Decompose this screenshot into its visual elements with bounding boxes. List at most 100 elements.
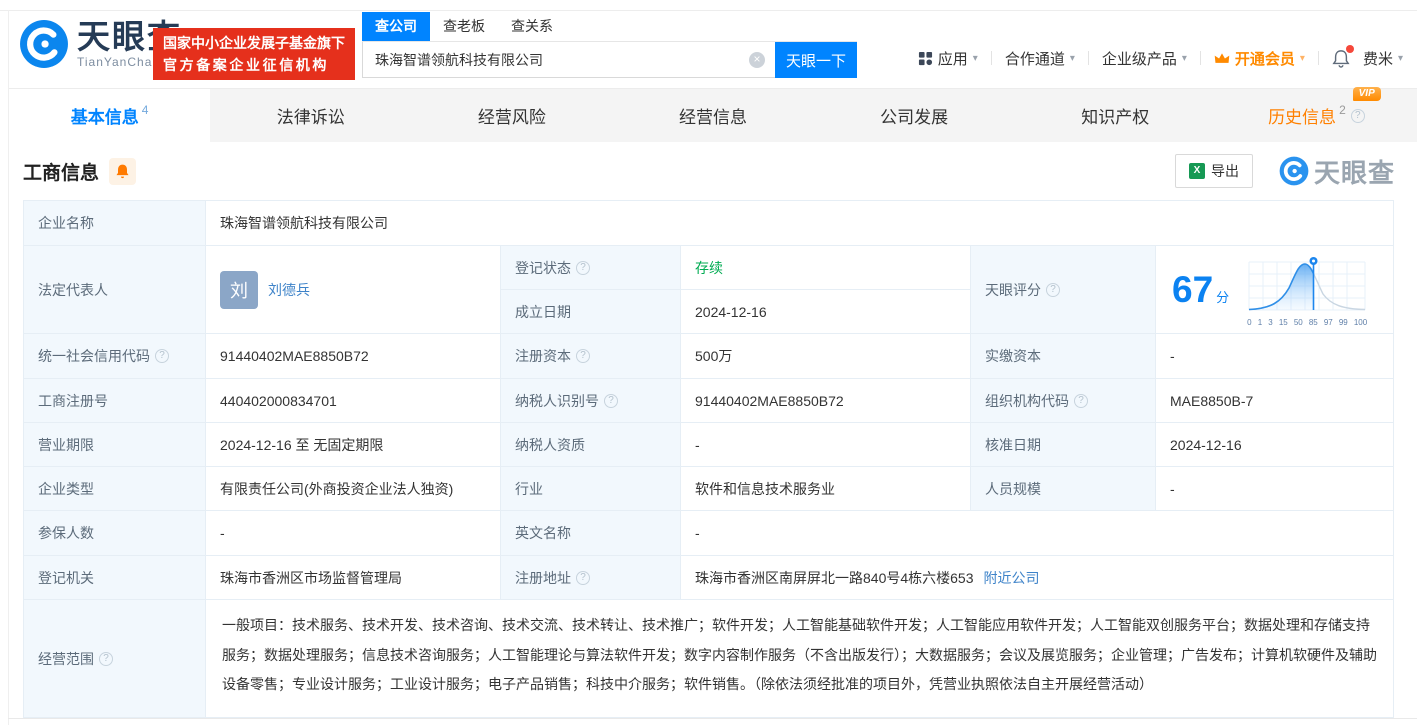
help-icon[interactable]: ? [1350,108,1365,123]
help-icon[interactable]: ? [576,570,590,585]
apps-grid-icon [918,51,932,65]
tianyancha-watermark-icon [1279,156,1309,186]
tianyancha-watermark: 天眼查 [1279,153,1395,190]
menu-partner-channel[interactable]: 合作通道 ▾ [1005,48,1075,69]
certification-badge: 国家中小企业发展子基金旗下 官方备案企业征信机构 [153,28,355,80]
menu-divider [990,51,992,65]
subscribe-bell-button[interactable] [109,157,137,185]
menu-divider [1199,51,1201,65]
menu-divider [1317,51,1319,65]
tianyancha-logo-icon [20,20,68,68]
vip-badge: VIP [1352,87,1381,101]
label-reg-status: 登记状态? [501,246,680,290]
value-reg-status: 存续 [681,246,970,290]
business-info-table: 企业名称 珠海智谱领航科技有限公司 法定代表人 刘 刘德兵 登记状态? 成立日期… [23,200,1394,718]
tab-business-info[interactable]: 经营信息 [612,89,813,142]
tab-legal-litigation[interactable]: 法律诉讼 [210,89,411,142]
legal-rep-link[interactable]: 刘德兵 [268,280,310,300]
help-icon[interactable]: ? [576,260,590,275]
score-unit: 分 [1216,290,1230,305]
label-establish-date: 成立日期 [515,303,571,320]
value-business-scope: 一般项目：技术服务、技术开发、技术咨询、技术交流、技术转让、技术推广；软件开发；… [206,600,1394,718]
score-number: 67 [1172,269,1214,310]
clear-search-icon[interactable]: × [749,52,765,68]
value-business-term: 2024-12-16 至 无固定期限 [206,423,501,467]
help-icon[interactable]: ? [576,349,590,363]
value-english-name: - [681,511,1394,556]
label-approval-date: 核准日期 [971,423,1156,467]
tab-intellectual-property[interactable]: 知识产权 [1015,89,1216,142]
menu-enterprise-products[interactable]: 企业级产品 ▾ [1102,48,1187,69]
help-icon[interactable]: ? [99,651,113,666]
top-menu: 应用 ▾ 合作通道 ▾ 企业级产品 ▾ 开通会员 ▾ 费米 ▾ [918,44,1403,71]
nearby-companies-link[interactable]: 附近公司 [984,568,1040,588]
help-icon[interactable]: ? [1046,282,1060,297]
tab-business-risk[interactable]: 经营风险 [411,89,612,142]
notifications-bell[interactable] [1332,44,1354,68]
chevron-down-icon: ▾ [1069,52,1075,64]
search-tab-relation[interactable]: 查关系 [498,12,566,41]
crown-icon [1214,52,1230,63]
label-english-name: 英文名称 [501,511,681,556]
label-reg-capital: 注册资本? [501,334,681,379]
menu-apps[interactable]: 应用 ▾ [918,48,978,69]
label-company-type: 企业类型 [24,467,206,511]
label-taxpayer-quality: 纳税人资质 [501,423,681,467]
tab-history-info[interactable]: 历史信息 2 ? VIP [1216,87,1417,142]
excel-icon: X [1188,163,1205,179]
label-company-name: 企业名称 [24,201,206,246]
label-business-scope: 经营范围? [24,600,206,718]
label-reg-address: 注册地址? [501,556,681,600]
value-company-name: 珠海智谱领航科技有限公司 [206,201,1394,246]
menu-user[interactable]: 费米 ▾ [1363,48,1403,69]
search-tabs: 查公司 查老板 查关系 [362,12,857,42]
search-block: 查公司 查老板 查关系 × 天眼一下 [362,12,857,78]
chevron-down-icon: ▾ [972,52,978,64]
tab-count: 4 [141,102,149,117]
help-icon[interactable]: ? [604,393,618,408]
label-credit-code: 统一社会信用代码? [24,334,206,379]
page-bottom-divider [8,718,1417,719]
help-icon[interactable]: ? [1074,393,1088,408]
section-title: 工商信息 [23,162,100,184]
value-establish-date: 2024-12-16 [695,303,767,320]
label-paid-capital: 实缴资本 [971,334,1156,379]
label-industry: 行业 [501,467,681,511]
chart-x-axis-ticks: 0 1 3 15 50 85 97 99 100 [1247,318,1368,327]
chevron-down-icon: ▾ [1397,52,1403,64]
help-icon[interactable]: ? [155,349,169,363]
export-button[interactable]: X 导出 [1174,154,1253,188]
value-taxpayer-quality: - [681,423,971,467]
search-tab-company[interactable]: 查公司 [362,12,430,41]
label-staff-size: 人员规模 [971,467,1156,511]
value-org-code: MAE8850B-7 [1156,379,1394,423]
search-tab-boss[interactable]: 查老板 [430,12,498,41]
search-button[interactable]: 天眼一下 [775,42,857,78]
label-reg-number: 工商注册号 [24,379,206,423]
menu-divider [1356,51,1357,65]
site-header: 天眼查 TianYanCha.com 国家中小企业发展子基金旗下 官方备案企业征… [9,11,1417,88]
section-header: 工商信息 X 导出 天眼查 [9,142,1417,200]
label-tianyan-score: 天眼评分? [971,246,1156,334]
label-legal-rep: 法定代表人 [24,246,206,334]
value-tianyan-score: 67 分 0 1 3 15 50 85 97 99 100 [1156,246,1394,334]
label-org-code: 组织机构代码? [971,379,1156,423]
bell-curve-chart [1248,257,1366,311]
value-reg-capital: 500万 [681,334,971,379]
label-reg-authority: 登记机关 [24,556,206,600]
label-business-term: 营业期限 [24,423,206,467]
value-credit-code: 91440402MAE8850B72 [206,334,501,379]
tab-company-development[interactable]: 公司发展 [814,89,1015,142]
value-approval-date: 2024-12-16 [1156,423,1394,467]
tab-basic-info[interactable]: 基本信息 4 [9,89,211,142]
search-input[interactable] [362,42,775,78]
company-nav-tabs: 基本信息 4 法律诉讼 经营风险 经营信息 公司发展 知识产权 历史信息 2 ? V… [9,87,1417,142]
value-reg-authority: 珠海市香洲区市场监督管理局 [206,556,501,600]
value-paid-capital: - [1156,334,1394,379]
menu-open-vip[interactable]: 开通会员 ▾ [1214,48,1305,69]
certification-line1: 国家中小企业发展子基金旗下 [163,35,345,51]
value-reg-number: 440402000834701 [206,379,501,423]
value-reg-address: 珠海市香洲区南屏屏北一路840号4栋六楼653 附近公司 [681,556,1394,600]
legal-rep-avatar[interactable]: 刘 [220,270,258,309]
value-legal-rep: 刘 刘德兵 [206,246,501,334]
